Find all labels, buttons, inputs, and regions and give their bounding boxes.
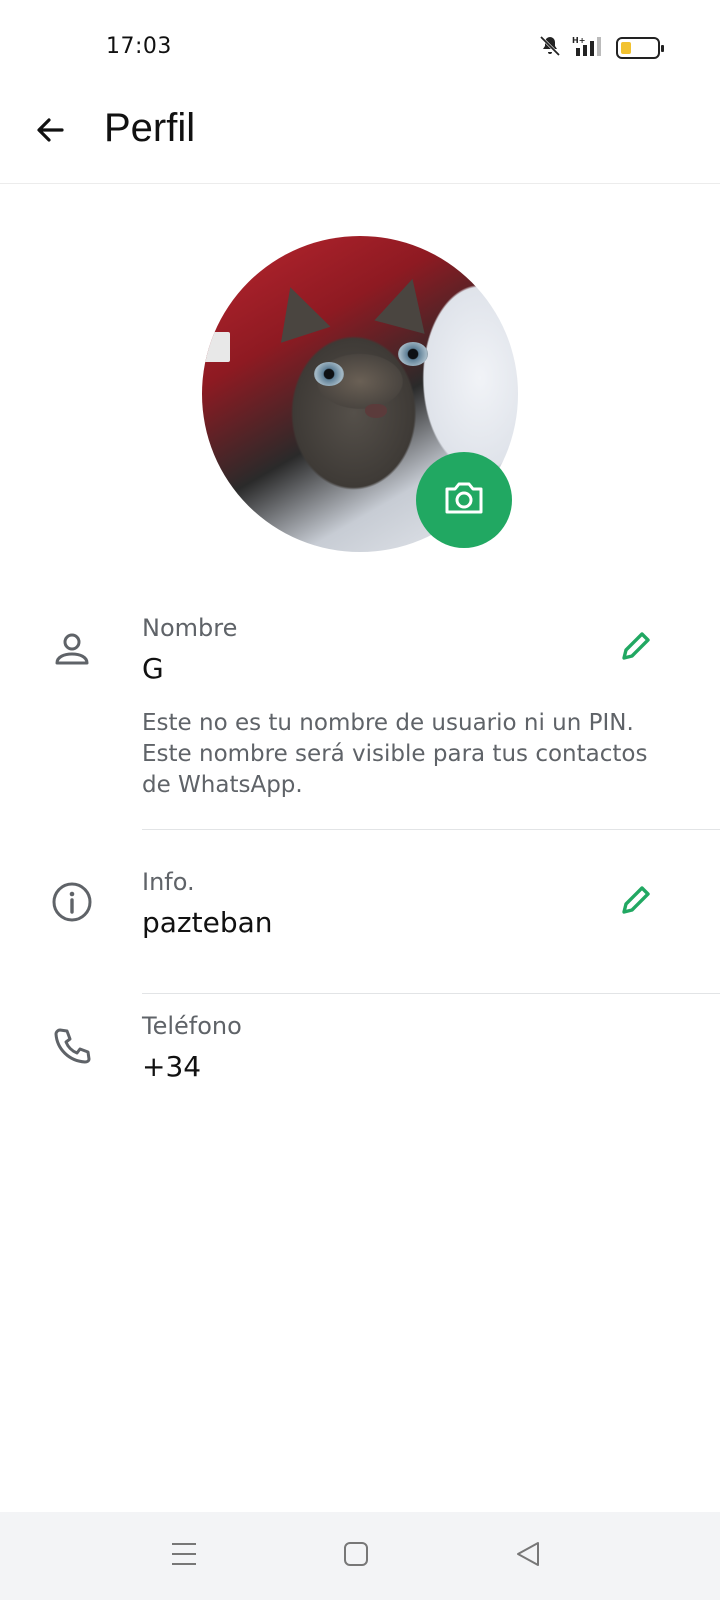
- camera-icon: [443, 480, 485, 520]
- home-icon: [342, 1540, 370, 1572]
- about-row[interactable]: Info. pazteban: [0, 864, 720, 994]
- cat-eye-left: [314, 362, 344, 386]
- avatar-section: [200, 234, 520, 554]
- system-back-button[interactable]: [506, 1534, 550, 1578]
- back-triangle-icon: [514, 1540, 542, 1572]
- phone-icon: [48, 1022, 96, 1070]
- signal-icon: H+: [572, 34, 606, 62]
- recent-apps-button[interactable]: [162, 1534, 206, 1578]
- status-time: 17:03: [106, 34, 172, 59]
- status-bar: 17:03 H+: [0, 0, 720, 90]
- pencil-icon: [616, 626, 656, 670]
- divider: [142, 993, 720, 994]
- phone-value: +34: [142, 1050, 202, 1083]
- divider: [142, 829, 720, 830]
- cat-ear-right: [374, 272, 438, 334]
- name-hint: Este no es tu nombre de usuario ni un PI…: [142, 710, 648, 798]
- about-value: pazteban: [142, 906, 273, 939]
- bell-muted-icon: [538, 34, 562, 62]
- cat-ear-left: [265, 279, 331, 343]
- phone-row: Teléfono +34: [0, 1008, 720, 1108]
- background-plate: [202, 332, 230, 362]
- profile-screen: 17:03 H+ Perfil Nombre G Este no es tu n…: [0, 0, 720, 1600]
- svg-text:H+: H+: [572, 36, 585, 45]
- info-icon: [48, 878, 96, 926]
- edit-name-button[interactable]: [610, 622, 662, 674]
- cat-eye-right: [398, 342, 428, 366]
- edit-about-button[interactable]: [610, 876, 662, 928]
- arrow-left-icon: [32, 112, 68, 152]
- app-bar: Perfil: [0, 90, 720, 184]
- person-icon: [48, 626, 96, 674]
- pencil-icon: [616, 880, 656, 924]
- menu-icon: [169, 1540, 199, 1572]
- battery-cap: [661, 45, 664, 52]
- page-title: Perfil: [104, 106, 196, 150]
- system-nav-bar: [0, 1512, 720, 1600]
- battery-fill: [621, 42, 631, 54]
- name-label: Nombre: [142, 614, 238, 642]
- back-button[interactable]: [24, 106, 76, 158]
- about-label: Info.: [142, 868, 195, 896]
- home-button[interactable]: [334, 1534, 378, 1578]
- name-value: G: [142, 652, 164, 685]
- change-photo-button[interactable]: [416, 452, 512, 548]
- battery-icon: [616, 37, 664, 59]
- phone-label: Teléfono: [142, 1012, 242, 1040]
- status-icons: H+: [538, 34, 664, 62]
- name-row[interactable]: Nombre G Este no es tu nombre de usuario…: [0, 610, 720, 830]
- cat-nose: [365, 404, 387, 418]
